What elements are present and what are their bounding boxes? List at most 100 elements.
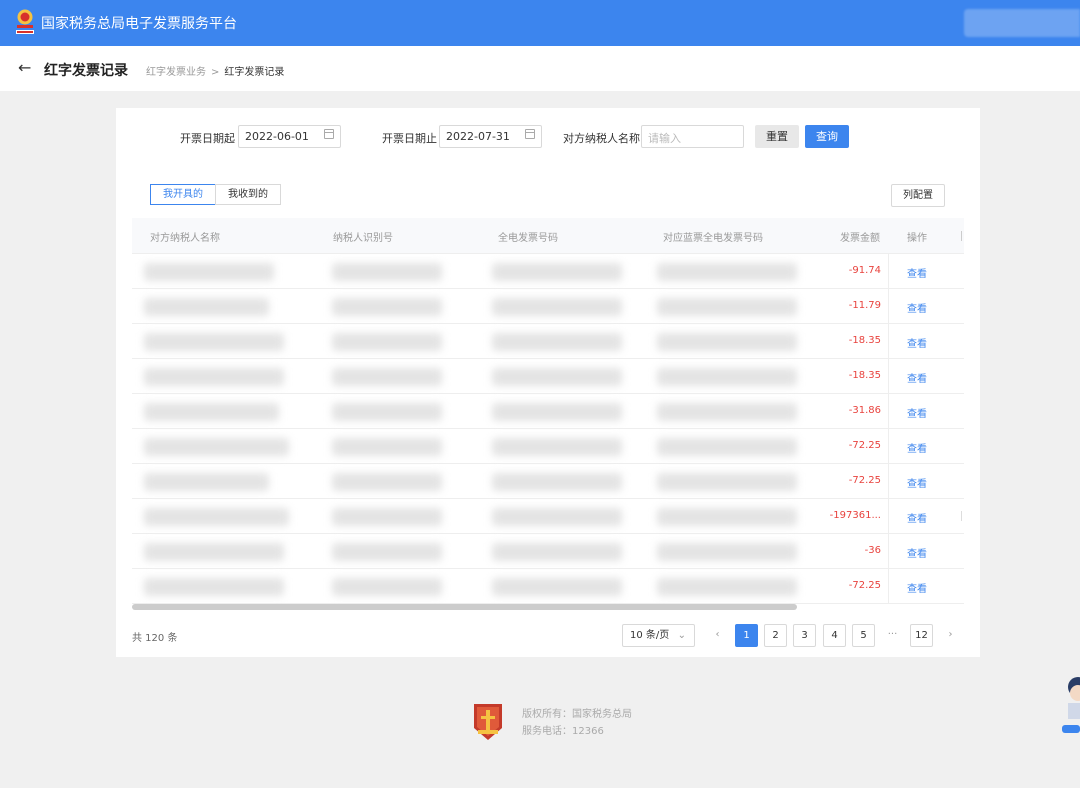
page-button-1[interactable]: 1: [735, 624, 758, 647]
view-link[interactable]: 查看: [907, 335, 927, 350]
counterparty-label: 对方纳税人名称: [563, 132, 640, 145]
invoice-no-blurred: [492, 263, 622, 281]
view-link[interactable]: 查看: [907, 405, 927, 420]
page-button-4[interactable]: 4: [823, 624, 846, 647]
column-divider: [888, 359, 889, 394]
counterparty-input[interactable]: 请输入: [641, 125, 744, 148]
invoice-no-blurred: [492, 403, 622, 421]
assistant-avatar-icon[interactable]: [1060, 675, 1080, 735]
invoice-amount: -18.35: [848, 370, 881, 381]
taxpayer-id-blurred: [332, 298, 442, 316]
page-ellipsis[interactable]: ···: [881, 624, 904, 647]
table-row: -72.25 查看: [132, 569, 964, 604]
end-date-value: 2022-07-31: [446, 130, 510, 143]
page-button-12[interactable]: 12: [910, 624, 933, 647]
column-divider: [888, 324, 889, 359]
truncated-column-marker: [961, 511, 962, 521]
breadcrumb-item-red-invoice-business[interactable]: 红字发票业务: [146, 67, 206, 78]
counterparty-blurred: [144, 298, 269, 316]
counterparty-blurred: [144, 543, 284, 561]
invoice-no-blurred: [492, 473, 622, 491]
column-divider: [888, 569, 889, 604]
table-row: -91.74 查看: [132, 254, 964, 289]
invoice-amount: -91.74: [848, 265, 881, 276]
view-link[interactable]: 查看: [907, 475, 927, 490]
invoice-no-blurred: [492, 368, 622, 386]
counterparty-blurred: [144, 403, 279, 421]
counterparty-blurred: [144, 368, 284, 386]
table-row: -72.25 查看: [132, 429, 964, 464]
column-header-blue-invoice-no: 对应蓝票全电发票号码: [663, 233, 763, 244]
user-info-blurred[interactable]: [964, 9, 1080, 37]
counterparty-placeholder: 请输入: [648, 132, 681, 145]
blue-invoice-no-blurred: [657, 403, 797, 421]
invoice-amount: -72.25: [848, 440, 881, 451]
invoice-amount: -36: [864, 545, 881, 556]
column-divider: [888, 534, 889, 569]
invoice-amount: -72.25: [848, 580, 881, 591]
taxpayer-id-blurred: [332, 368, 442, 386]
page-button-3[interactable]: 3: [793, 624, 816, 647]
blue-invoice-no-blurred: [657, 578, 797, 596]
invoice-no-blurred: [492, 298, 622, 316]
breadcrumb: 红字发票业务 > 红字发票记录: [146, 63, 284, 78]
view-link[interactable]: 查看: [907, 510, 927, 525]
view-link[interactable]: 查看: [907, 440, 927, 455]
record-tabs: 我开具的 我收到的: [150, 184, 281, 205]
tab-received[interactable]: 我收到的: [215, 184, 281, 205]
app-title: 国家税务总局电子发票服务平台: [41, 16, 237, 32]
column-header-invoice-no: 全电发票号码: [498, 233, 558, 244]
invoice-amount: -18.35: [848, 335, 881, 346]
footer-info: 版权所有：国家税务总局 服务电话：12366: [522, 706, 632, 740]
table-header: 对方纳税人名称 纳税人识别号 全电发票号码 对应蓝票全电发票号码 发票金额 操作: [132, 218, 964, 254]
table-row: -72.25 查看: [132, 464, 964, 499]
column-resize-handle[interactable]: [961, 231, 962, 241]
invoice-no-blurred: [492, 438, 622, 456]
blue-invoice-no-blurred: [657, 298, 797, 316]
blue-invoice-no-blurred: [657, 473, 797, 491]
end-date-field[interactable]: 2022-07-31: [439, 125, 542, 148]
column-divider: [888, 394, 889, 429]
footer-copyright: 版权所有：国家税务总局: [522, 709, 632, 720]
column-divider: [888, 289, 889, 324]
taxpayer-id-blurred: [332, 543, 442, 561]
view-link[interactable]: 查看: [907, 300, 927, 315]
table-row: -197361... 查看: [132, 499, 964, 534]
page-size-select[interactable]: 10 条/页 ⌄: [622, 624, 695, 647]
column-divider: [888, 254, 889, 289]
arrow-left-icon[interactable]: ←: [18, 58, 31, 77]
column-config-button[interactable]: 列配置: [891, 184, 945, 207]
blue-invoice-no-blurred: [657, 263, 797, 281]
view-link[interactable]: 查看: [907, 580, 927, 595]
counterparty-blurred: [144, 508, 289, 526]
reset-button[interactable]: 重置: [755, 125, 799, 148]
taxpayer-id-blurred: [332, 508, 442, 526]
breadcrumb-separator: >: [211, 67, 220, 78]
taxpayer-id-blurred: [332, 403, 442, 421]
prev-page-button[interactable]: ‹: [706, 624, 729, 647]
taxpayer-id-blurred: [332, 333, 442, 351]
tab-issued[interactable]: 我开具的: [150, 184, 216, 205]
counterparty-blurred: [144, 438, 289, 456]
next-page-button[interactable]: ›: [939, 624, 962, 647]
blue-invoice-no-blurred: [657, 543, 797, 561]
total-count: 共 120 条: [132, 633, 178, 644]
page-button-2[interactable]: 2: [764, 624, 787, 647]
counterparty-blurred: [144, 333, 284, 351]
tax-emblem-icon: [16, 9, 34, 34]
blue-invoice-no-blurred: [657, 368, 797, 386]
query-button[interactable]: 查询: [805, 125, 849, 148]
pagination: ‹ 1 2 3 4 5 ··· 12 ›: [706, 624, 966, 647]
horizontal-scrollbar[interactable]: [132, 604, 797, 610]
table-row: -18.35 查看: [132, 324, 964, 359]
view-link[interactable]: 查看: [907, 370, 927, 385]
start-date-field[interactable]: 2022-06-01: [238, 125, 341, 148]
invoice-amount: -31.86: [848, 405, 881, 416]
page-button-5[interactable]: 5: [852, 624, 875, 647]
view-link[interactable]: 查看: [907, 545, 927, 560]
start-date-value: 2022-06-01: [245, 130, 309, 143]
column-header-amount: 发票金额: [840, 233, 880, 244]
taxpayer-id-blurred: [332, 578, 442, 596]
view-link[interactable]: 查看: [907, 265, 927, 280]
invoice-no-blurred: [492, 543, 622, 561]
